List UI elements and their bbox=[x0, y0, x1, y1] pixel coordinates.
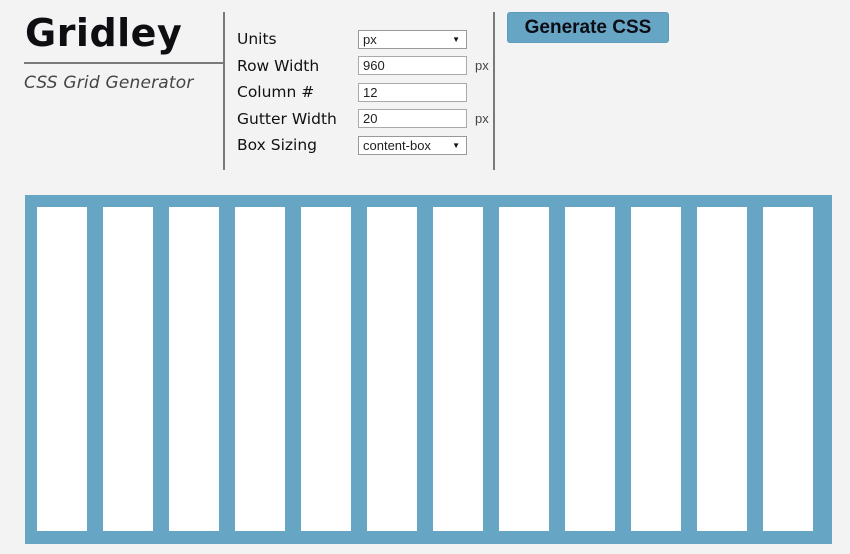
units-select[interactable]: px ▼ bbox=[358, 29, 467, 49]
grid-column bbox=[433, 207, 483, 531]
column-count-row: Column # 12 bbox=[237, 79, 489, 106]
units-value: px bbox=[363, 31, 377, 47]
gutter-width-row: Gutter Width 20 px bbox=[237, 106, 489, 133]
row-width-input[interactable]: 960 bbox=[358, 56, 467, 76]
left-divider bbox=[223, 12, 225, 170]
column-count-input[interactable]: 12 bbox=[358, 82, 467, 102]
grid-column bbox=[565, 207, 615, 531]
box-sizing-row: Box Sizing content-box ▼ bbox=[237, 132, 489, 159]
grid-column bbox=[499, 207, 549, 531]
gutter-width-unit: px bbox=[475, 111, 489, 127]
units-label: Units bbox=[237, 30, 277, 49]
box-sizing-value: content-box bbox=[363, 137, 431, 153]
grid-column bbox=[235, 207, 285, 531]
grid-column bbox=[697, 207, 747, 531]
units-row: Units px ▼ bbox=[237, 26, 489, 53]
app-title: Gridley bbox=[25, 11, 183, 55]
dropdown-arrow-icon: ▼ bbox=[452, 140, 460, 150]
row-width-label: Row Width bbox=[237, 56, 320, 75]
box-sizing-label: Box Sizing bbox=[237, 136, 317, 155]
app-subtitle: CSS Grid Generator bbox=[24, 73, 194, 93]
grid-column bbox=[169, 207, 219, 531]
settings-form: Units px ▼ Row Width 960 px Column # 12 … bbox=[237, 26, 489, 159]
dropdown-arrow-icon: ▼ bbox=[452, 34, 460, 44]
grid-column bbox=[37, 207, 87, 531]
grid-column bbox=[631, 207, 681, 531]
row-width-unit: px bbox=[475, 58, 489, 74]
grid-column bbox=[103, 207, 153, 531]
generate-css-button[interactable]: Generate CSS bbox=[507, 12, 669, 43]
grid-column bbox=[367, 207, 417, 531]
right-divider bbox=[493, 12, 495, 170]
title-divider bbox=[24, 62, 223, 64]
box-sizing-select[interactable]: content-box ▼ bbox=[358, 135, 467, 155]
gutter-width-label: Gutter Width bbox=[237, 109, 337, 128]
brand-header: Gridley CSS Grid Generator bbox=[24, 10, 223, 93]
grid-preview bbox=[25, 195, 832, 544]
grid-column bbox=[763, 207, 813, 531]
gutter-width-input[interactable]: 20 bbox=[358, 109, 467, 129]
grid-column bbox=[301, 207, 351, 531]
row-width-row: Row Width 960 px bbox=[237, 53, 489, 80]
column-count-label: Column # bbox=[237, 83, 315, 102]
